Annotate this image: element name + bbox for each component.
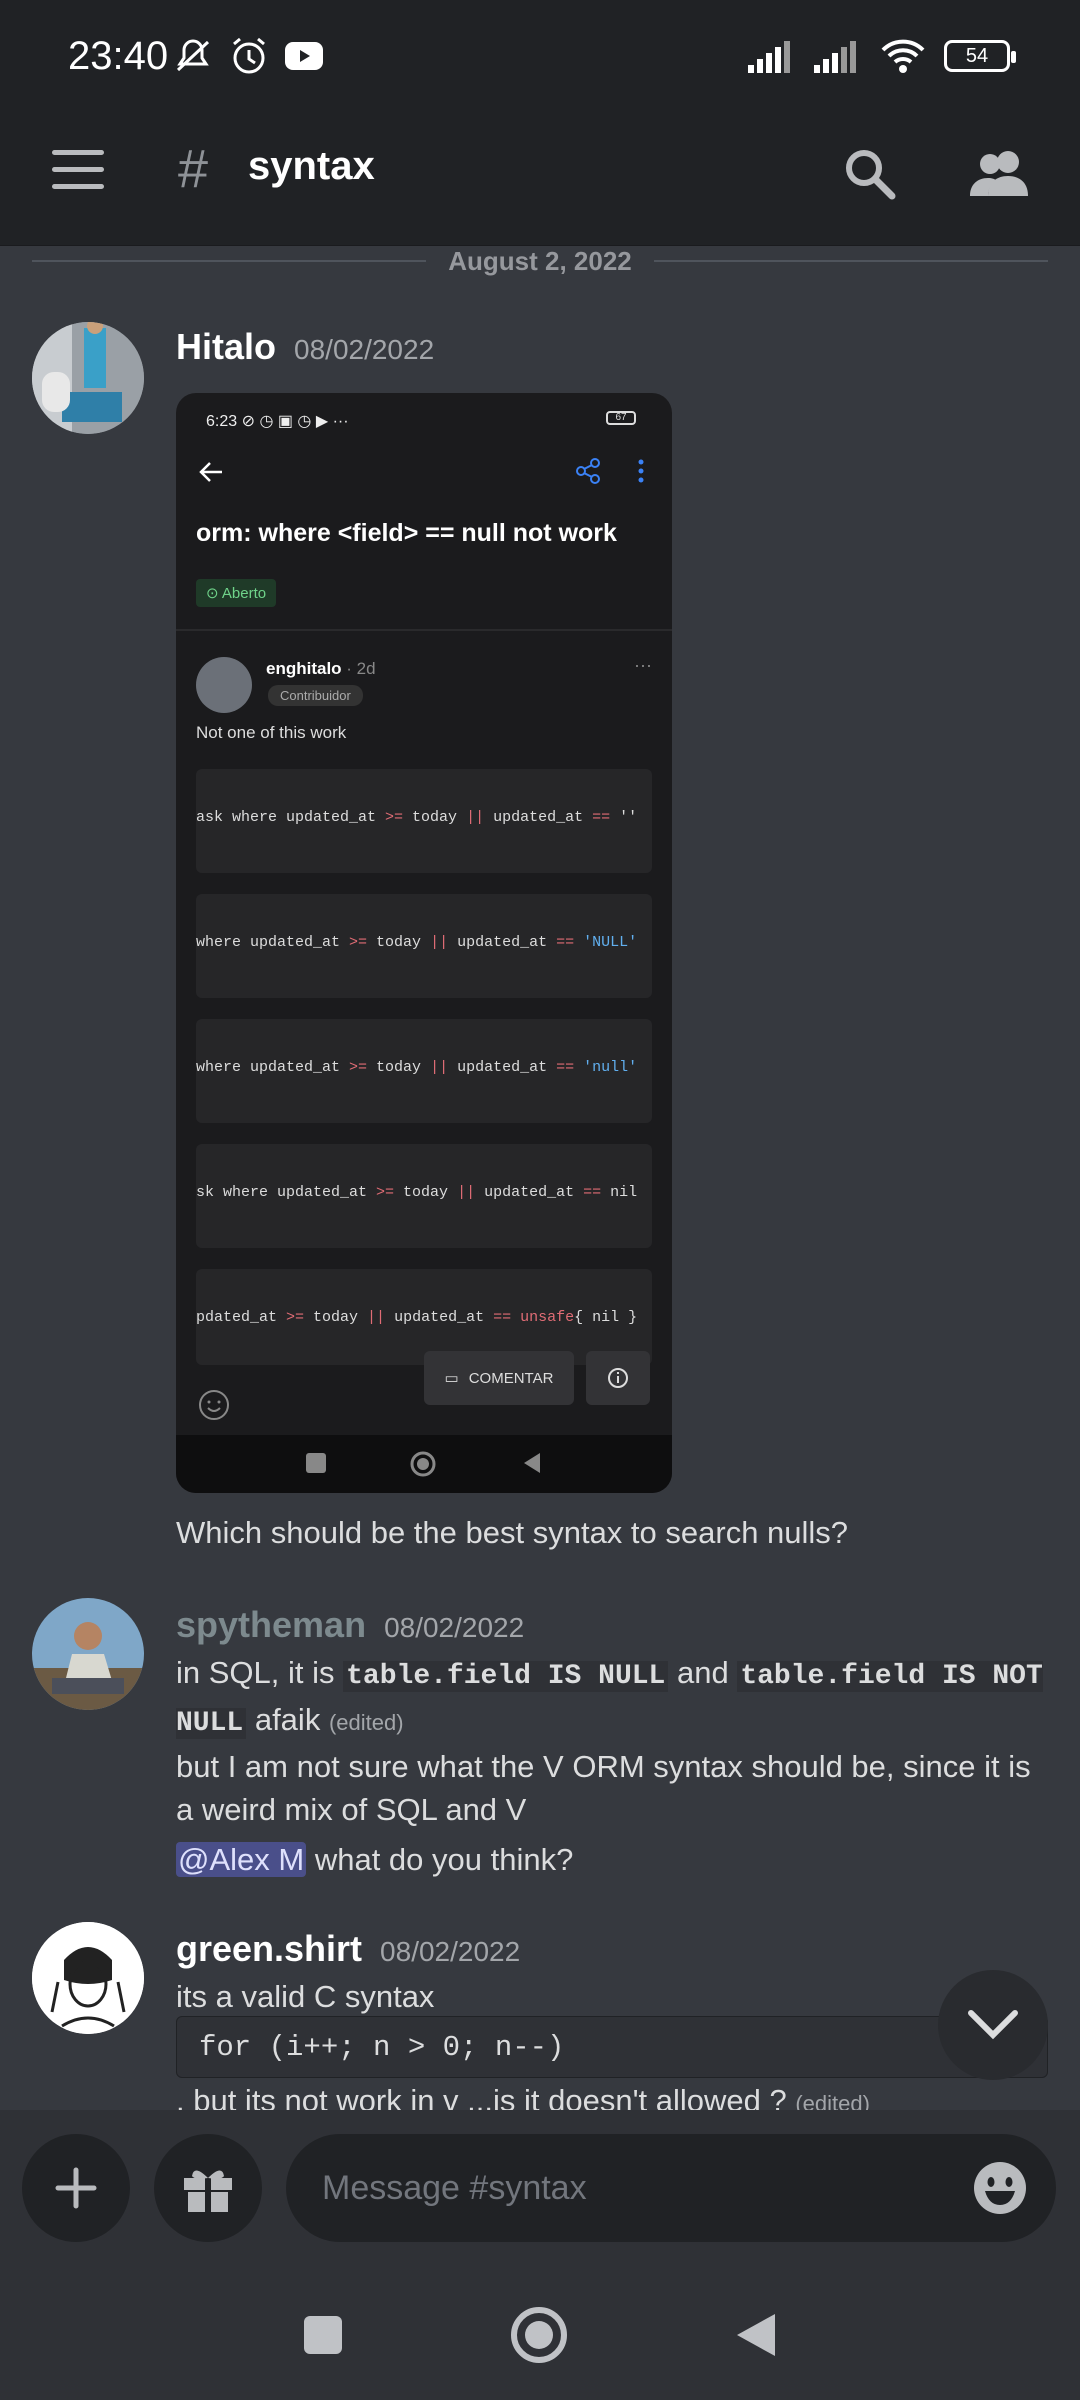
menu-icon[interactable] [52,150,104,190]
mute-icon [176,39,210,72]
channel-hash-icon: # [178,139,209,199]
status-bar: 23:40 54 [0,0,1080,120]
date-separator: August 2, 2022 [32,246,1048,276]
embedded-screenshot[interactable]: 6:23 ⊘ ◷ ▣ ◷ ▶ ··· 67 orm: where <field>… [176,393,672,1493]
search-icon[interactable] [840,144,900,204]
message-composer[interactable] [286,2134,1056,2242]
channel-name: syntax [248,144,375,188]
message-text: @Alex M what do you think? [176,1842,574,1877]
avatar[interactable] [32,1598,144,1710]
signal-icon-2 [814,41,856,73]
inline-code: table.field IS NULL [343,1661,669,1692]
message-text: in SQL, it is table.field IS NULL and ta… [176,1655,1043,1739]
jump-to-bottom-button[interactable] [938,1970,1048,2080]
embedded-body: Not one of this work [196,723,347,742]
emoji-icon[interactable] [972,2160,1028,2216]
embedded-more-icon: ··· [634,655,652,675]
embedded-status-bar: 6:23 ⊘ ◷ ▣ ◷ ▶ ··· [206,413,349,430]
code-block: for (i++; n > 0; n--) [176,2016,1048,2078]
composer-area [0,2110,1080,2400]
embedded-code-block: sk where updated_at >= today || updated_… [196,1144,652,1248]
status-icons-left [172,36,324,76]
status-icons-right: 54 [748,38,1016,74]
embedded-code-block: pdated_at >= today || updated_at == unsa… [196,1269,652,1365]
message-input[interactable] [322,2164,922,2212]
message-timestamp: 08/02/2022 [380,1936,521,1967]
embedded-status-badge: ⊙ Aberto [196,579,277,607]
back-arrow-icon [199,462,222,482]
plus-icon [55,2167,97,2209]
embedded-emoji-icon [199,1390,229,1420]
embedded-code-block: where updated_at >= today || updated_at … [196,1019,652,1123]
avatar[interactable] [32,1922,144,2034]
avatar[interactable] [32,322,144,434]
recent-apps-icon[interactable] [303,2315,343,2355]
date-separator-label: August 2, 2022 [448,246,632,276]
message-text: but I am not sure what the V ORM syntax … [176,1749,1031,1827]
battery-indicator: 54 [944,40,1016,72]
message-timestamp: 08/02/2022 [384,1612,525,1643]
wifi-icon [881,39,925,73]
embedded-comment-button: ▭ COMENTAR [424,1351,574,1405]
system-nav-bar [0,2270,1080,2400]
message-timestamp: 08/02/2022 [294,334,435,365]
embedded-battery: 67 [606,411,636,425]
gift-icon [184,2170,232,2212]
more-vertical-icon [638,459,644,483]
embedded-code-block: ask where updated_at >= today || updated… [196,769,652,873]
back-icon[interactable] [735,2312,777,2358]
embedded-role-badge: Contribuidor [268,685,363,706]
embedded-nav-bar [176,1435,672,1493]
message-text: Which should be the best syntax to searc… [176,1515,849,1550]
embedded-username: enghitalo · 2d [266,659,376,678]
status-time: 23:40 [68,34,169,78]
embedded-info-icon [586,1351,650,1405]
user-mention[interactable]: @Alex M [176,1842,307,1877]
alarm-icon [233,37,265,74]
edited-label: (edited) [328,1710,404,1735]
channel-toolbar: # syntax [0,120,1080,246]
message-author[interactable]: green.shirt 08/02/2022 [176,1928,520,1970]
home-icon[interactable] [510,2306,568,2364]
members-icon[interactable] [966,144,1032,204]
message-author[interactable]: spytheman 08/02/2022 [176,1604,524,1646]
embedded-avatar [196,657,252,713]
embedded-issue-title: orm: where <field> == null not work [196,519,617,547]
message-author[interactable]: Hitalo 08/02/2022 [176,326,434,368]
youtube-icon [285,42,323,70]
chevron-down-icon [968,2010,1018,2040]
gift-button[interactable] [154,2134,262,2242]
share-icon [576,458,600,484]
embedded-code-block: where updated_at >= today || updated_at … [196,894,652,998]
add-attachment-button[interactable] [22,2134,130,2242]
message-text: its a valid C syntax [176,1979,435,2014]
signal-icon [748,41,790,73]
